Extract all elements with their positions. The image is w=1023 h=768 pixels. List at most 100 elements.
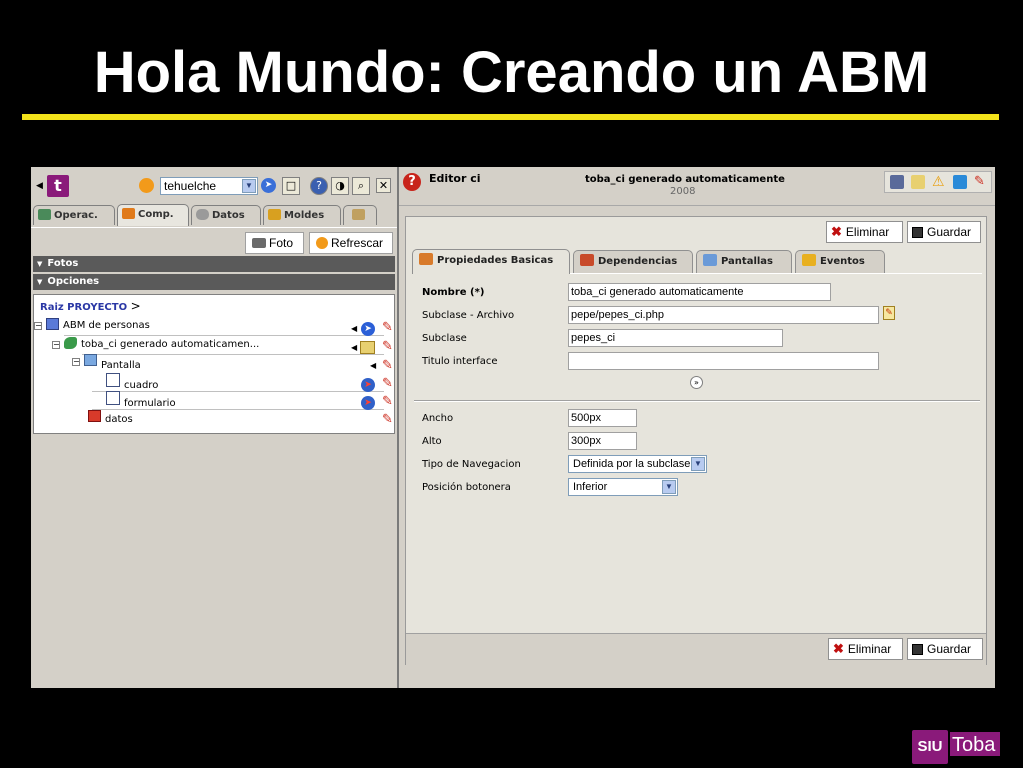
preview-icon[interactable] (953, 175, 967, 189)
tab-label: Pantallas (721, 256, 774, 267)
chevron-down-icon[interactable]: ▼ (662, 480, 676, 494)
cube-icon[interactable]: □ (282, 177, 300, 195)
title-underline (22, 114, 999, 120)
edit-pencil-icon[interactable]: ✎ (382, 321, 393, 335)
posicion-botonera-label: Posición botonera (422, 482, 511, 493)
collapse-triangle-icon: ▼ (37, 260, 43, 268)
tab-label: Comp. (138, 209, 174, 220)
left-tabs: Operac. Comp. Datos Moldes (31, 204, 398, 228)
component-tree: Raiz PROYECTO > − ABM de personas ◀ ➤ ✎ −… (33, 294, 395, 434)
left-arrow-icon[interactable]: ◀ (370, 361, 376, 370)
open-folder-icon[interactable] (360, 341, 375, 354)
chevron-down-icon[interactable]: ▼ (242, 179, 256, 193)
alto-field[interactable]: 300px (568, 432, 637, 450)
close-icon[interactable]: ✕ (376, 178, 391, 193)
eliminar-label: Eliminar (847, 642, 892, 656)
section-fotos[interactable]: ▼ Fotos (33, 256, 395, 272)
collapse-toggle-icon[interactable]: − (72, 358, 80, 366)
breadcrumb-root[interactable]: Raiz PROYECTO (40, 302, 127, 313)
camera-icon (252, 238, 266, 248)
editor-content: ✖ Eliminar Guardar Propiedades Basicas De… (405, 216, 987, 665)
toba-logo-icon[interactable]: t (47, 175, 69, 197)
ancho-field[interactable]: 500px (568, 409, 637, 427)
tree-node-datos[interactable]: datos (88, 409, 133, 427)
ancho-label: Ancho (422, 413, 454, 424)
subclase-field[interactable]: pepes_ci (568, 329, 783, 347)
edit-pencil-icon[interactable]: ✎ (382, 377, 393, 391)
titulo-interface-label: Titulo interface (422, 356, 498, 367)
section-opciones[interactable]: ▼ Opciones (33, 274, 395, 290)
edit-file-icon[interactable]: ✎ (883, 306, 895, 320)
help-icon[interactable]: ? (403, 173, 421, 191)
edit-pencil-icon[interactable]: ✎ (974, 175, 988, 189)
tab-tools[interactable] (343, 205, 377, 225)
collapse-toggle-icon[interactable]: − (34, 322, 42, 330)
save-disk-icon (912, 227, 923, 238)
tab-datos[interactable]: Datos (191, 205, 261, 225)
tab-propiedades-basicas[interactable]: Propiedades Basicas (412, 249, 570, 274)
guardar-button-top[interactable]: Guardar (907, 221, 981, 243)
subclase-label: Subclase (422, 333, 467, 344)
collapse-arrow-icon[interactable]: ◀ (36, 181, 43, 191)
go-arrow-icon[interactable]: ➤ (361, 378, 375, 392)
tree-node-label: datos (105, 414, 133, 425)
tab-operaciones[interactable]: Operac. (33, 205, 115, 225)
breadcrumb-separator: > (130, 299, 141, 313)
go-arrow-icon[interactable]: ➤ (361, 322, 375, 336)
palette-icon[interactable]: ◑ (331, 177, 349, 195)
tab-label: Propiedades Basicas (437, 255, 554, 266)
tab-moldes[interactable]: Moldes (263, 205, 341, 225)
project-refresh-icon[interactable] (139, 178, 154, 193)
toba-logo-text: Toba (950, 730, 1004, 764)
siu-toba-logo: SIU Toba (912, 730, 1002, 764)
eliminar-button-bottom[interactable]: ✖ Eliminar (828, 638, 903, 660)
guardar-button-bottom[interactable]: Guardar (907, 638, 983, 660)
titulo-interface-field[interactable] (568, 352, 879, 370)
section-fotos-label: Fotos (47, 258, 79, 269)
left-toolbar: ◀ t tehuelche ▼ ➤ □ ? ◑ ⌕ ✕ (31, 167, 398, 207)
tree-node-formulario[interactable]: formulario (106, 391, 176, 409)
tree-node-pantalla[interactable]: − Pantalla (72, 353, 141, 371)
go-icon[interactable]: ➤ (261, 178, 276, 193)
editor-icons-bar: ⚠ ✎ (884, 171, 992, 193)
app-window: ◀ t tehuelche ▼ ➤ □ ? ◑ ⌕ ✕ Operac. Comp… (31, 167, 995, 688)
tree-node-abm[interactable]: − ABM de personas (34, 317, 150, 335)
edit-pencil-icon[interactable]: ✎ (382, 395, 393, 409)
left-arrow-icon[interactable]: ◀ (351, 343, 357, 352)
magnifier-icon[interactable]: ⌕ (352, 177, 370, 195)
tab-dependencias[interactable]: Dependencias (573, 250, 693, 273)
nombre-field[interactable]: toba_ci generado automaticamente (568, 283, 831, 301)
tab-label: Eventos (820, 256, 865, 267)
refrescar-button[interactable]: Refrescar (309, 232, 393, 254)
subclase-archivo-field[interactable]: pepe/pepes_ci.php (568, 306, 879, 324)
tab-label: Operac. (54, 210, 98, 221)
chevron-down-icon[interactable]: ▼ (691, 457, 705, 471)
foto-button[interactable]: Foto (245, 232, 304, 254)
project-select[interactable]: tehuelche ▼ (160, 177, 258, 195)
refrescar-label: Refrescar (331, 236, 384, 250)
edit-pencil-icon[interactable]: ✎ (382, 413, 393, 427)
tab-pantallas[interactable]: Pantallas (696, 250, 792, 273)
eliminar-button-top[interactable]: ✖ Eliminar (826, 221, 903, 243)
tree-node-cuadro[interactable]: cuadro (106, 373, 158, 391)
tree-node-ci[interactable]: − toba_ci generado automaticamen... (52, 336, 259, 354)
posicion-botonera-select[interactable]: Inferior ▼ (568, 478, 678, 496)
edit-pencil-icon[interactable]: ✎ (382, 340, 393, 354)
delete-x-icon: ✖ (831, 224, 842, 239)
php-icon[interactable] (890, 175, 904, 189)
warning-icon[interactable]: ⚠ (932, 175, 946, 189)
tab-eventos[interactable]: Eventos (795, 250, 885, 273)
go-arrow-icon[interactable]: ➤ (361, 396, 375, 410)
tab-label: Datos (212, 210, 245, 221)
open-folder-icon[interactable] (911, 175, 925, 189)
left-arrow-icon[interactable]: ◀ (351, 324, 357, 333)
tab-componentes[interactable]: Comp. (117, 204, 189, 226)
tipo-navegacion-select[interactable]: Definida por la subclase ▼ (568, 455, 707, 473)
collapse-toggle-icon[interactable]: − (52, 341, 60, 349)
operaciones-icon (38, 209, 51, 220)
expand-more-icon[interactable]: » (690, 376, 703, 389)
screen-icon (703, 254, 717, 266)
edit-pencil-icon[interactable]: ✎ (382, 359, 393, 373)
datos-table-icon (88, 410, 101, 422)
help-icon[interactable]: ? (310, 177, 328, 195)
